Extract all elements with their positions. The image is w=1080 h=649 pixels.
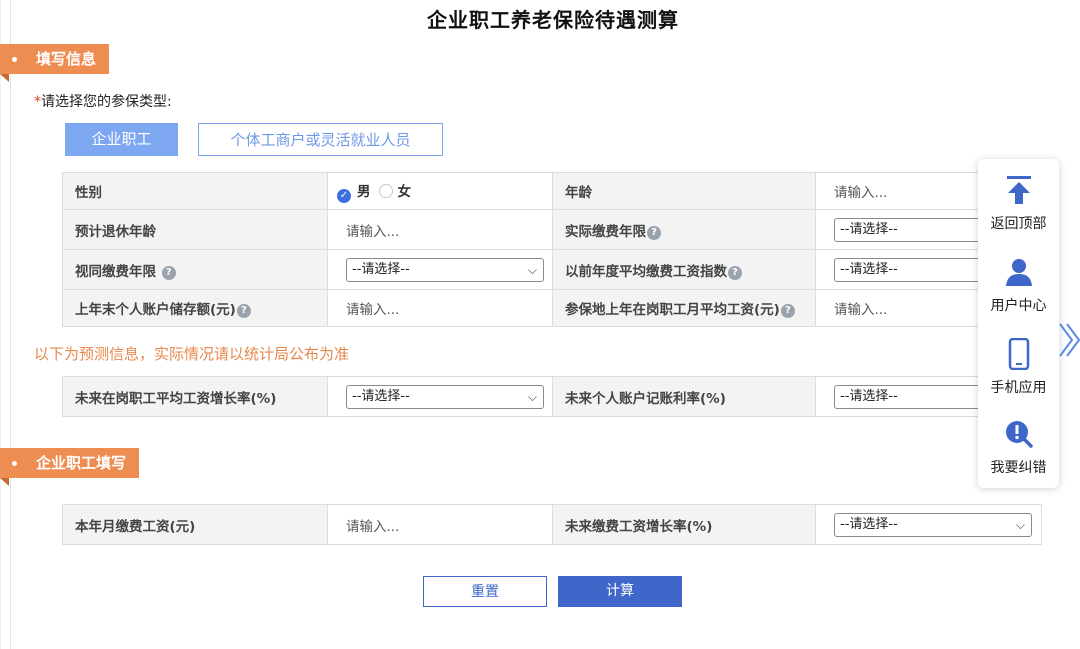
- alert-magnifier-icon: [978, 417, 1059, 451]
- account-rate-select[interactable]: --请选择--: [834, 384, 984, 409]
- account-rate-label: 未来个人账户记账利率(%): [552, 376, 816, 417]
- contrib-growth-select-value: --请选择--: [840, 516, 898, 532]
- table-row: 上年末个人账户储存额(元)? 请输入... 参保地上年在岗职工月平均工资(元)?…: [62, 289, 1042, 327]
- account-balance-label-text: 上年末个人账户储存额(元): [75, 302, 236, 318]
- gender-label: 性别: [62, 172, 328, 210]
- table-row: 本年月缴费工资(元) 请输入... 未来缴费工资增长率(%) --请选择-- ⌵: [62, 504, 1042, 545]
- actual-years-label: 实际缴费年限?: [552, 209, 816, 250]
- help-icon[interactable]: ?: [780, 304, 795, 318]
- type-option-freelance[interactable]: 个体工商户或灵活就业人员: [198, 123, 443, 156]
- report-error-button[interactable]: 我要纠错: [978, 417, 1059, 477]
- insurance-type-label: *请选择您的参保类型:: [34, 91, 172, 111]
- floating-toolbar: 返回顶部 用户中心 手机应用 我要纠错: [978, 159, 1059, 488]
- chevron-down-icon: ⌵: [1015, 517, 1025, 532]
- radio-female-icon[interactable]: [378, 183, 393, 198]
- wage-growth-cell: --请选择-- ⌵: [327, 376, 553, 417]
- account-balance-placeholder: 请输入...: [346, 302, 400, 318]
- section-tag-enterprise: 企业职工填写: [0, 448, 140, 486]
- table-row: 视同缴费年限 ? --请选择-- ⌵ 以前年度平均缴费工资指数? --请选择--: [62, 249, 1042, 290]
- monthly-wage-label: 本年月缴费工资(元): [62, 504, 328, 545]
- insurance-type-label-text: 请选择您的参保类型:: [41, 94, 172, 110]
- account-balance-label: 上年末个人账户储存额(元)?: [62, 289, 328, 327]
- calculate-button[interactable]: 计算: [558, 576, 682, 607]
- help-icon[interactable]: ?: [236, 304, 251, 318]
- page-title: 企业职工养老保险待遇测算: [427, 8, 679, 32]
- local-avg-wage-label: 参保地上年在岗职工月平均工资(元)?: [552, 289, 816, 327]
- table-row: 预计退休年龄 请输入... 实际缴费年限? --请选择--: [62, 209, 1042, 250]
- reset-button[interactable]: 重置: [423, 576, 547, 607]
- monthly-wage-input[interactable]: 请输入...: [327, 504, 553, 545]
- report-error-label: 我要纠错: [990, 460, 1047, 476]
- table-row: 未来在岗职工平均工资增长率(%) --请选择-- ⌵ 未来个人账户记账利率(%) …: [62, 376, 1042, 417]
- chevron-right-icon[interactable]: [1058, 320, 1080, 364]
- deemed-years-select[interactable]: --请选择-- ⌵: [346, 257, 544, 282]
- deemed-years-cell: --请选择-- ⌵: [327, 249, 553, 290]
- section-tag-fill-info: 填写信息: [0, 44, 110, 82]
- gender-field: ✓ 男 女: [327, 172, 553, 210]
- back-to-top-button[interactable]: 返回顶部: [978, 173, 1059, 233]
- gender-female-label[interactable]: 女: [398, 184, 412, 200]
- avg-index-select[interactable]: --请选择--: [834, 257, 984, 282]
- basic-info-table: 性别 ✓ 男 女 年龄 请输入... 预计退休年龄 请输入... 实际缴费年限? -…: [62, 172, 1042, 327]
- help-icon[interactable]: ?: [728, 265, 742, 280]
- contrib-growth-cell: --请选择-- ⌵: [815, 504, 1042, 545]
- age-placeholder: 请输入...: [834, 185, 888, 201]
- forecast-notice: 以下为预测信息，实际情况请以统计局公布为准: [34, 345, 350, 363]
- avg-index-label-text: 以前年度平均缴费工资指数: [565, 263, 727, 280]
- age-label: 年龄: [552, 172, 816, 210]
- user-icon: [978, 255, 1059, 289]
- help-icon[interactable]: ?: [161, 265, 176, 280]
- local-avg-wage-placeholder: 请输入...: [834, 302, 888, 318]
- retire-age-label: 预计退休年龄: [62, 209, 328, 250]
- wage-growth-select-value: --请选择--: [352, 388, 410, 404]
- retire-age-placeholder: 请输入...: [346, 223, 400, 240]
- user-center-button[interactable]: 用户中心: [978, 255, 1059, 315]
- forecast-table: 未来在岗职工平均工资增长率(%) --请选择-- ⌵ 未来个人账户记账利率(%) …: [62, 376, 1042, 417]
- chevron-down-icon: ⌵: [527, 262, 537, 277]
- account-rate-select-value: --请选择--: [840, 388, 898, 404]
- contrib-growth-select[interactable]: --请选择-- ⌵: [834, 512, 1032, 537]
- local-avg-wage-label-text: 参保地上年在岗职工月平均工资(元): [565, 302, 780, 318]
- mobile-app-label: 手机应用: [990, 380, 1047, 396]
- retire-age-input[interactable]: 请输入...: [327, 209, 553, 250]
- chevron-down-icon: ⌵: [527, 389, 537, 404]
- back-to-top-label: 返回顶部: [990, 216, 1047, 232]
- deemed-years-select-value: --请选择--: [352, 261, 410, 277]
- avg-index-select-value: --请选择--: [840, 261, 898, 277]
- left-divider: [10, 0, 11, 649]
- left-border: [0, 0, 1, 649]
- contrib-growth-label: 未来缴费工资增长率(%): [552, 504, 816, 545]
- actual-years-label-text: 实际缴费年限: [565, 223, 646, 240]
- table-row: 性别 ✓ 男 女 年龄 请输入...: [62, 172, 1042, 210]
- help-icon[interactable]: ?: [647, 225, 661, 240]
- arrow-up-to-top-icon: [978, 173, 1059, 207]
- radio-male-checked-icon[interactable]: ✓: [337, 188, 351, 203]
- monthly-wage-placeholder: 请输入...: [346, 518, 400, 535]
- user-center-label: 用户中心: [990, 298, 1047, 314]
- deemed-years-label-text: 视同缴费年限: [75, 263, 156, 280]
- enterprise-table: 本年月缴费工资(元) 请输入... 未来缴费工资增长率(%) --请选择-- ⌵: [62, 504, 1042, 545]
- type-option-enterprise[interactable]: 企业职工: [65, 123, 178, 156]
- wage-growth-select[interactable]: --请选择-- ⌵: [346, 384, 544, 409]
- actual-years-select-value: --请选择--: [840, 221, 898, 237]
- gender-male-label[interactable]: 男: [357, 184, 371, 200]
- mobile-phone-icon: [978, 337, 1059, 371]
- mobile-app-button[interactable]: 手机应用: [978, 337, 1059, 397]
- actual-years-select[interactable]: --请选择--: [834, 217, 984, 242]
- avg-index-label: 以前年度平均缴费工资指数?: [552, 249, 816, 290]
- deemed-years-label: 视同缴费年限 ?: [62, 249, 328, 290]
- wage-growth-label: 未来在岗职工平均工资增长率(%): [62, 376, 328, 417]
- required-mark: *: [34, 94, 41, 110]
- account-balance-input[interactable]: 请输入...: [327, 289, 553, 327]
